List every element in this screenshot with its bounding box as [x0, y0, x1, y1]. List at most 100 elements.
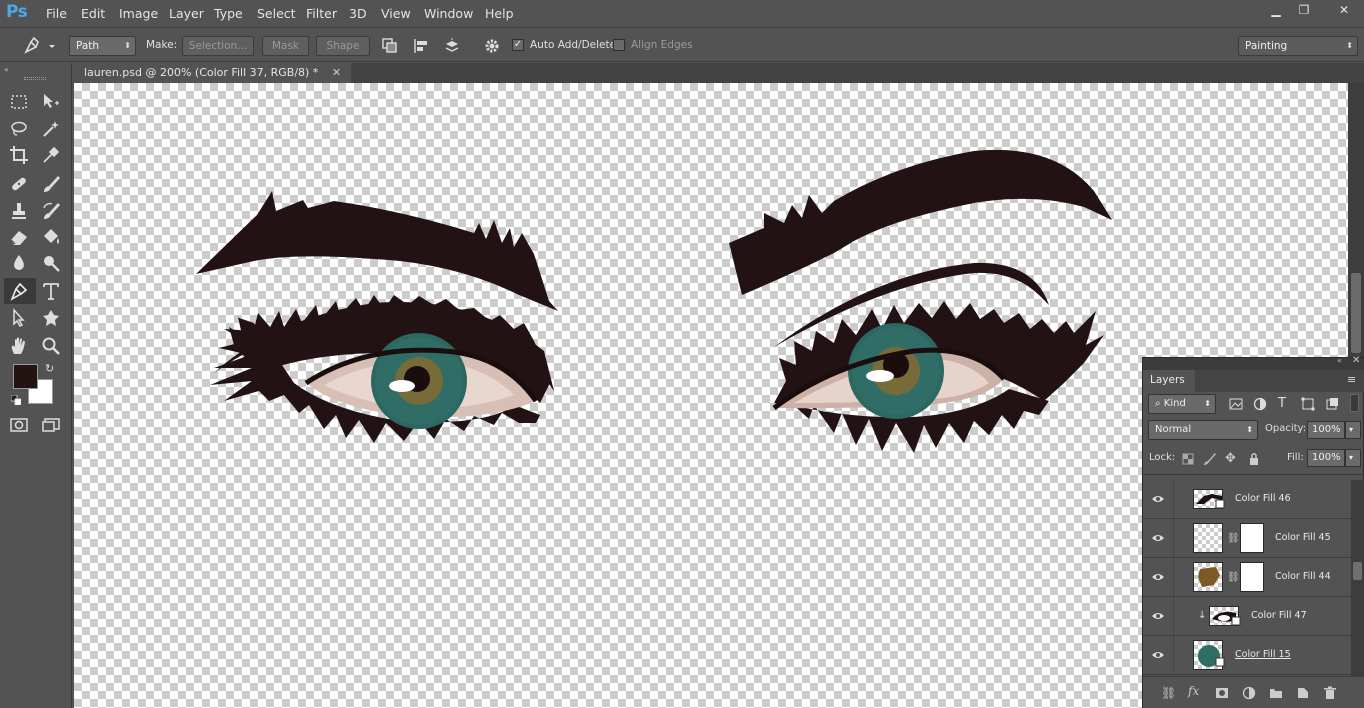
menu-view[interactable]: View: [381, 6, 411, 21]
layer-row[interactable]: Color Fill 46: [1143, 480, 1351, 519]
hand-tool-icon[interactable]: [8, 335, 30, 357]
gear-icon[interactable]: [483, 37, 501, 55]
menu-layer[interactable]: Layer: [169, 6, 204, 21]
menu-type[interactable]: Type: [214, 6, 243, 21]
spot-healing-brush-tool-icon[interactable]: [8, 173, 30, 195]
pen-tool-preset-icon[interactable]: [22, 36, 56, 54]
eyedropper-tool-icon[interactable]: [40, 144, 62, 166]
eraser-tool-icon[interactable]: [8, 226, 30, 248]
menu-help[interactable]: Help: [485, 6, 514, 21]
layers-scrollbar[interactable]: [1351, 480, 1364, 676]
fill-input[interactable]: 100%: [1307, 449, 1345, 467]
menu-window[interactable]: Window: [424, 6, 473, 21]
swap-colors-icon[interactable]: ↻: [45, 362, 54, 375]
layer-row[interactable]: ⛓ Color Fill 45: [1143, 519, 1351, 558]
layer-mask-thumbnail[interactable]: [1240, 562, 1264, 592]
menu-select[interactable]: Select: [257, 6, 296, 21]
visibility-eye-icon[interactable]: [1151, 492, 1165, 506]
screen-mode-icon[interactable]: [40, 414, 62, 436]
opacity-dropdown-icon[interactable]: ▾: [1345, 421, 1361, 439]
visibility-eye-icon[interactable]: [1151, 609, 1165, 623]
foreground-color-swatch[interactable]: [13, 364, 38, 389]
magic-wand-tool-icon[interactable]: [40, 118, 62, 140]
pen-tool-icon[interactable]: [8, 280, 30, 302]
visibility-eye-icon[interactable]: [1151, 648, 1165, 662]
panel-grip[interactable]: [24, 77, 46, 80]
panel-menu-icon[interactable]: ≡: [1347, 373, 1356, 386]
document-tab[interactable]: lauren.psd @ 200% (Color Fill 37, RGB/8)…: [74, 63, 352, 83]
close-document-icon[interactable]: ✕: [332, 66, 341, 79]
lock-image-pixels-icon[interactable]: [1203, 452, 1217, 466]
delete-layer-trash-icon[interactable]: [1323, 686, 1337, 700]
filter-pixel-icon[interactable]: [1229, 397, 1243, 411]
menu-filter[interactable]: Filter: [306, 6, 337, 21]
new-layer-icon[interactable]: [1296, 686, 1310, 700]
layers-tab[interactable]: Layers: [1143, 370, 1195, 392]
layer-name[interactable]: Color Fill 45: [1275, 532, 1331, 543]
menu-3d[interactable]: 3D: [349, 6, 367, 21]
brush-tool-icon[interactable]: [40, 173, 62, 195]
restore-button[interactable]: ❐: [1290, 0, 1318, 20]
close-panel-icon[interactable]: ✕: [1352, 355, 1360, 366]
layer-name[interactable]: Color Fill 46: [1235, 493, 1291, 504]
close-window-button[interactable]: ✕: [1324, 0, 1364, 20]
lasso-tool-icon[interactable]: [8, 118, 30, 140]
path-operations-icon[interactable]: [381, 37, 399, 55]
path-alignment-icon[interactable]: [412, 37, 430, 55]
filter-type-icon[interactable]: T: [1278, 396, 1292, 411]
crop-tool-icon[interactable]: [8, 144, 30, 166]
custom-shape-tool-icon[interactable]: [40, 307, 62, 329]
link-chain-icon[interactable]: ⛓: [1227, 572, 1240, 583]
filter-shape-icon[interactable]: [1301, 397, 1315, 411]
rectangular-marquee-tool-icon[interactable]: [8, 91, 30, 113]
menu-file[interactable]: File: [46, 6, 67, 21]
visibility-eye-icon[interactable]: [1151, 531, 1165, 545]
blur-tool-icon[interactable]: [8, 252, 30, 274]
adjustment-layer-icon[interactable]: [1242, 686, 1256, 700]
lock-position-icon[interactable]: ✥: [1225, 452, 1239, 466]
path-arrangement-icon[interactable]: [443, 37, 461, 55]
lock-transparent-pixels-icon[interactable]: [1181, 452, 1195, 466]
menu-edit[interactable]: Edit: [81, 6, 105, 21]
filter-smart-object-icon[interactable]: [1325, 397, 1339, 411]
tool-mode-select[interactable]: Path ⬍: [69, 36, 136, 56]
collapse-panel-icon[interactable]: «: [1337, 356, 1342, 365]
workspace-select[interactable]: Painting ⬍: [1238, 36, 1358, 56]
visibility-eye-icon[interactable]: [1151, 570, 1165, 584]
type-tool-icon[interactable]: [40, 280, 62, 302]
layer-name[interactable]: Color Fill 44: [1275, 571, 1331, 582]
add-mask-icon[interactable]: [1215, 686, 1229, 700]
layer-mask-thumbnail[interactable]: [1240, 523, 1264, 553]
layer-name[interactable]: Color Fill 47: [1251, 610, 1307, 621]
collapse-panel-icon[interactable]: «: [4, 65, 9, 74]
blend-mode-select[interactable]: Normal ⬍: [1148, 420, 1258, 440]
align-edges-checkbox[interactable]: [613, 39, 625, 51]
menu-image[interactable]: Image: [119, 6, 158, 21]
history-brush-tool-icon[interactable]: [40, 200, 62, 222]
make-mask-button[interactable]: Mask: [262, 36, 309, 56]
filter-toggle-switch[interactable]: [1350, 394, 1359, 412]
path-selection-tool-icon[interactable]: [8, 307, 30, 329]
move-tool-icon[interactable]: [40, 91, 62, 113]
minimize-button[interactable]: ▁: [1262, 0, 1290, 20]
filter-adjustment-icon[interactable]: [1253, 397, 1267, 411]
link-layers-icon[interactable]: ⛓: [1161, 686, 1176, 700]
layer-row[interactable]: ↓ Color Fill 47: [1143, 597, 1351, 636]
filter-kind-select[interactable]: ⌕ Kind ⬍: [1148, 394, 1216, 414]
layer-name[interactable]: Color Fill 15: [1235, 649, 1291, 660]
fill-dropdown-icon[interactable]: ▾: [1345, 449, 1361, 467]
default-colors-icon[interactable]: [10, 394, 22, 406]
link-chain-icon[interactable]: ⛓: [1227, 533, 1240, 544]
new-group-folder-icon[interactable]: [1269, 686, 1283, 700]
auto-add-delete-checkbox[interactable]: ✓: [512, 39, 524, 51]
layer-row[interactable]: ⛓ Color Fill 44: [1143, 558, 1351, 597]
fx-icon[interactable]: fx: [1188, 684, 1202, 698]
paint-bucket-tool-icon[interactable]: [40, 226, 62, 248]
opacity-input[interactable]: 100%: [1307, 421, 1345, 439]
dodge-tool-icon[interactable]: [40, 252, 62, 274]
zoom-tool-icon[interactable]: [40, 335, 62, 357]
scrollbar-thumb[interactable]: [1353, 562, 1362, 580]
make-shape-button[interactable]: Shape: [316, 36, 370, 56]
layer-row[interactable]: Color Fill 15: [1143, 636, 1351, 675]
clone-stamp-tool-icon[interactable]: [8, 200, 30, 222]
